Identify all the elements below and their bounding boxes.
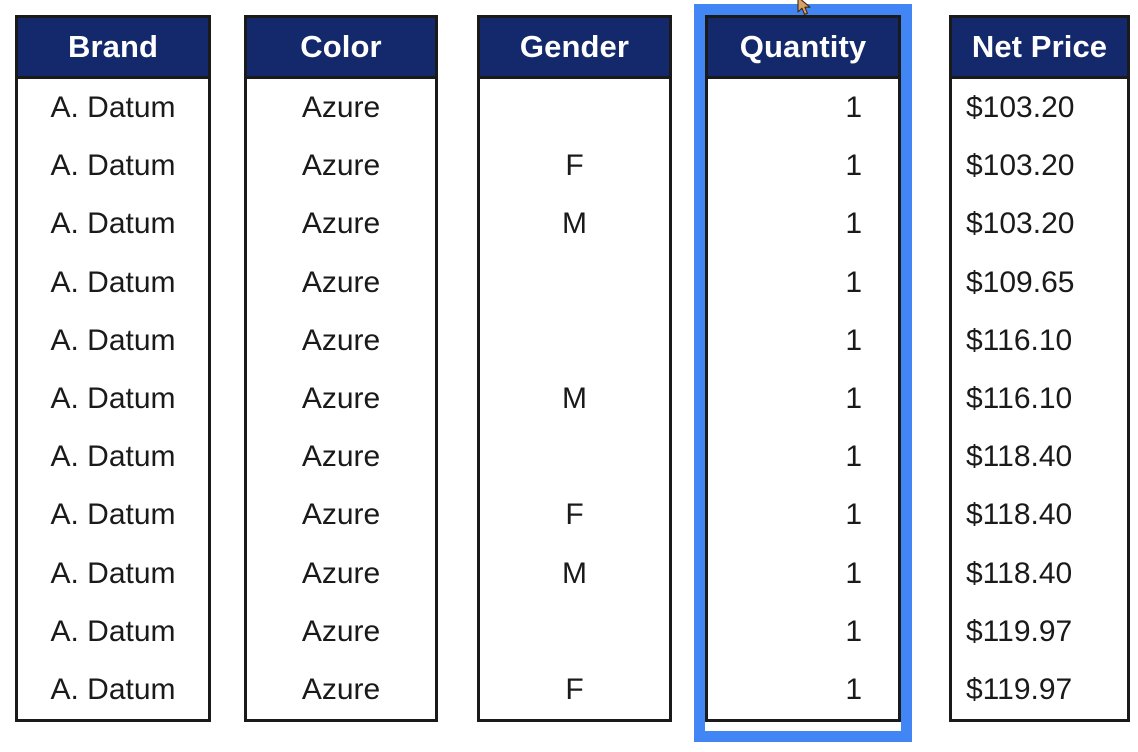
- table-cell[interactable]: [480, 428, 669, 486]
- table-cell[interactable]: $116.10: [952, 312, 1127, 370]
- table-cell[interactable]: $119.97: [952, 661, 1127, 719]
- table-cell[interactable]: 1: [708, 79, 898, 137]
- table-cell[interactable]: A. Datum: [18, 545, 208, 603]
- table-column-gender[interactable]: Gender F M M F M F: [477, 15, 672, 723]
- column-header-net-price[interactable]: Net Price: [952, 18, 1127, 79]
- table-cell[interactable]: 1: [708, 312, 898, 370]
- table-cell[interactable]: A. Datum: [18, 661, 208, 719]
- table-cell[interactable]: 1: [708, 661, 898, 719]
- table-cell[interactable]: $103.20: [952, 137, 1127, 195]
- table-cell[interactable]: Azure: [247, 79, 435, 137]
- table-cell[interactable]: Azure: [247, 312, 435, 370]
- table-cell[interactable]: $118.40: [952, 486, 1127, 544]
- table-cell[interactable]: A. Datum: [18, 79, 208, 137]
- table-cell[interactable]: 1: [708, 486, 898, 544]
- table-cell[interactable]: F: [480, 137, 669, 195]
- column-header-gender[interactable]: Gender: [480, 18, 669, 79]
- table-cell[interactable]: A. Datum: [18, 370, 208, 428]
- table-cell[interactable]: 1: [708, 370, 898, 428]
- table-cell[interactable]: F: [480, 486, 669, 544]
- table-cell[interactable]: $116.10: [952, 370, 1127, 428]
- table-cell[interactable]: A. Datum: [18, 254, 208, 312]
- table-cell[interactable]: Azure: [247, 370, 435, 428]
- column-body-brand: A. Datum A. Datum A. Datum A. Datum A. D…: [18, 79, 208, 719]
- table-cell[interactable]: Azure: [247, 195, 435, 253]
- table-cell[interactable]: [480, 312, 669, 370]
- table-cell[interactable]: 1: [708, 428, 898, 486]
- table-cell[interactable]: Azure: [247, 254, 435, 312]
- table-cell[interactable]: [480, 254, 669, 312]
- table-cell[interactable]: $119.97: [952, 603, 1127, 661]
- table-cell[interactable]: $109.65: [952, 254, 1127, 312]
- table-column-quantity[interactable]: Quantity 1 1 1 1 1 1 1 1 1 1 1: [705, 15, 901, 723]
- table-cell[interactable]: A. Datum: [18, 603, 208, 661]
- table-cell[interactable]: M: [480, 195, 669, 253]
- table-column-net-price[interactable]: Net Price $103.20 $103.20 $103.20 $109.6…: [949, 15, 1130, 723]
- table-cell[interactable]: $118.40: [952, 545, 1127, 603]
- column-header-quantity[interactable]: Quantity: [708, 18, 898, 79]
- table-cell[interactable]: Azure: [247, 137, 435, 195]
- table-cell[interactable]: A. Datum: [18, 312, 208, 370]
- table-cell[interactable]: Azure: [247, 486, 435, 544]
- column-body-color: Azure Azure Azure Azure Azure Azure Azur…: [247, 79, 435, 719]
- table-cell[interactable]: 1: [708, 545, 898, 603]
- table-visual: Brand A. Datum A. Datum A. Datum A. Datu…: [0, 0, 1138, 752]
- table-cell[interactable]: [480, 79, 669, 137]
- table-cell[interactable]: Azure: [247, 603, 435, 661]
- table-cell[interactable]: 1: [708, 254, 898, 312]
- table-column-color[interactable]: Color Azure Azure Azure Azure Azure Azur…: [244, 15, 438, 723]
- table-cell[interactable]: Azure: [247, 545, 435, 603]
- table-cell[interactable]: A. Datum: [18, 137, 208, 195]
- table-cell[interactable]: Azure: [247, 661, 435, 719]
- column-body-net-price: $103.20 $103.20 $103.20 $109.65 $116.10 …: [952, 79, 1127, 719]
- table-cell[interactable]: $103.20: [952, 79, 1127, 137]
- column-header-color[interactable]: Color: [247, 18, 435, 79]
- table-cell[interactable]: 1: [708, 603, 898, 661]
- mouse-pointer-icon: [797, 0, 811, 15]
- table-cell[interactable]: [480, 603, 669, 661]
- table-cell[interactable]: A. Datum: [18, 195, 208, 253]
- column-body-quantity: 1 1 1 1 1 1 1 1 1 1 1: [708, 79, 898, 719]
- table-cell[interactable]: A. Datum: [18, 486, 208, 544]
- table-cell[interactable]: 1: [708, 137, 898, 195]
- table-cell[interactable]: 1: [708, 195, 898, 253]
- table-cell[interactable]: $118.40: [952, 428, 1127, 486]
- table-cell[interactable]: F: [480, 661, 669, 719]
- table-column-brand[interactable]: Brand A. Datum A. Datum A. Datum A. Datu…: [15, 15, 211, 723]
- table-cell[interactable]: M: [480, 370, 669, 428]
- column-body-gender: F M M F M F: [480, 79, 669, 719]
- table-cell[interactable]: $103.20: [952, 195, 1127, 253]
- table-cell[interactable]: M: [480, 545, 669, 603]
- table-cell[interactable]: A. Datum: [18, 428, 208, 486]
- column-header-brand[interactable]: Brand: [18, 18, 208, 79]
- table-cell[interactable]: Azure: [247, 428, 435, 486]
